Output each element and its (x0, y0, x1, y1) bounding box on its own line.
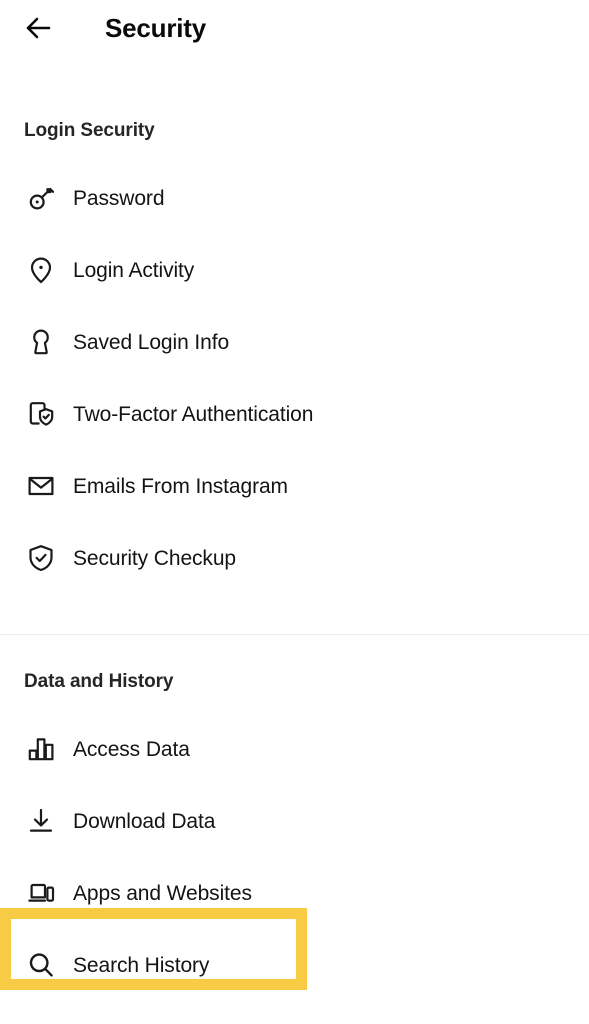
list-item-saved-login-info[interactable]: Saved Login Info (0, 306, 589, 378)
list-item-label: Saved Login Info (73, 330, 230, 354)
list-item-password[interactable]: Password (0, 162, 589, 234)
list-item-label: Security Checkup (73, 546, 236, 570)
bar-chart-icon (24, 732, 58, 766)
list-item-label: Download Data (73, 809, 216, 833)
list-item-label: Password (73, 186, 165, 210)
app-header: Security (0, 0, 589, 56)
search-icon (24, 948, 58, 982)
list-item-download-data[interactable]: Download Data (0, 785, 589, 857)
section-title-data-and-history: Data and History (24, 671, 174, 692)
section-title-login-security: Login Security (24, 120, 155, 141)
login-security-list: Password Login Activity Saved Login Info (0, 142, 589, 594)
envelope-icon (24, 469, 58, 503)
section-login-security: Login Security Password Login Activity S… (0, 56, 589, 635)
laptop-phone-icon (24, 876, 58, 910)
list-item-security-checkup[interactable]: Security Checkup (0, 522, 589, 594)
back-button[interactable] (22, 6, 66, 50)
list-item-access-data[interactable]: Access Data (0, 713, 589, 785)
list-item-search-history[interactable]: Search History (0, 929, 589, 1001)
download-arrow-icon (24, 804, 58, 838)
shield-check-icon (24, 541, 58, 575)
list-item-label: Access Data (73, 737, 190, 761)
data-history-list: Access Data Download Data Apps and Websi… (0, 693, 589, 1001)
arrow-left-icon (26, 17, 51, 39)
list-item-label: Apps and Websites (73, 881, 252, 905)
list-item-login-activity[interactable]: Login Activity (0, 234, 589, 306)
list-item-label: Login Activity (73, 258, 195, 282)
phone-shield-check-icon (24, 397, 58, 431)
list-item-emails-from-instagram[interactable]: Emails From Instagram (0, 450, 589, 522)
list-item-label: Emails From Instagram (73, 474, 288, 498)
location-pin-icon (24, 253, 58, 287)
list-item-apps-and-websites[interactable]: Apps and Websites (0, 857, 589, 929)
key-icon (24, 181, 58, 215)
list-item-two-factor-authentication[interactable]: Two-Factor Authentication (0, 378, 589, 450)
list-item-label: Search History (73, 953, 210, 977)
list-item-label: Two-Factor Authentication (73, 402, 314, 426)
keyhole-icon (24, 325, 58, 359)
section-data-and-history: Data and History Access Data Download Da… (0, 635, 589, 1001)
page-title: Security (105, 13, 207, 43)
